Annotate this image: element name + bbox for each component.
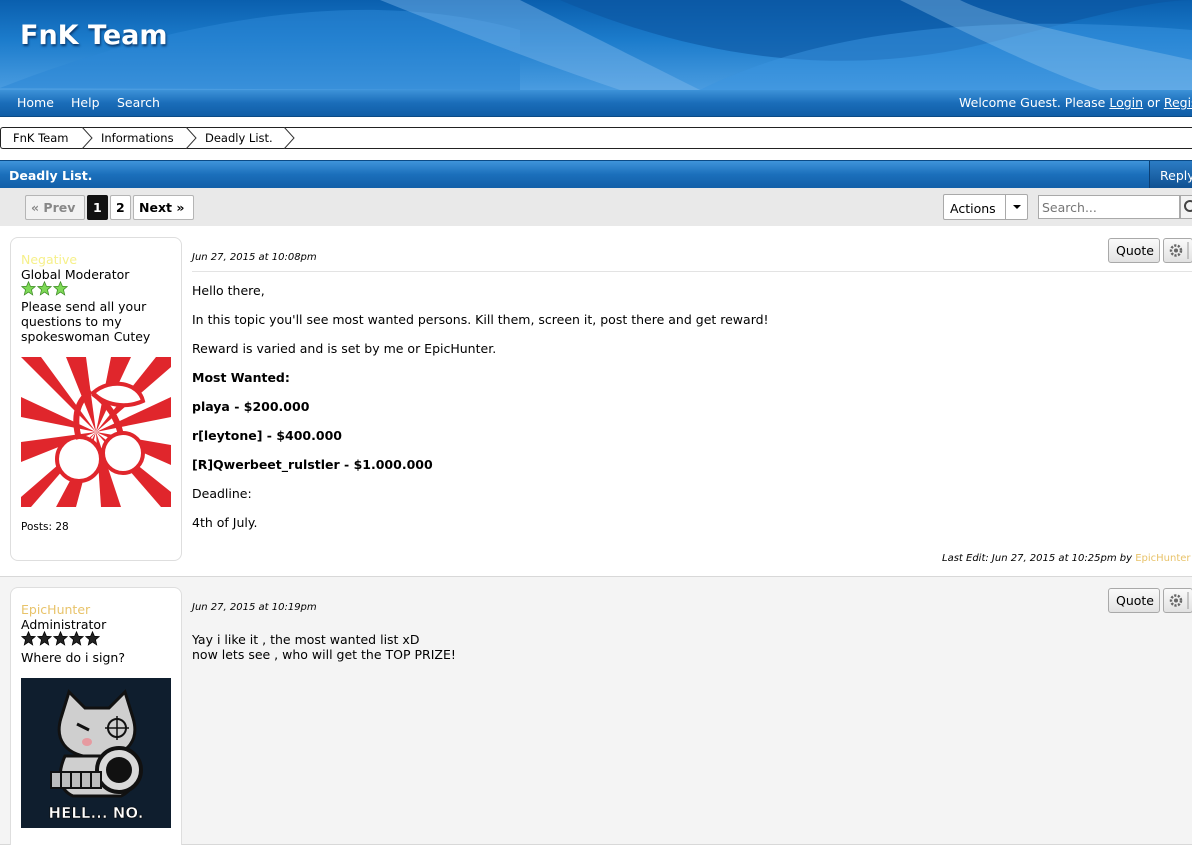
post-author-personal-text: Please send all your questions to my spo… bbox=[21, 299, 151, 344]
login-link[interactable]: Login bbox=[1109, 95, 1143, 110]
post-body: Hello there, In this topic you'll see mo… bbox=[192, 283, 769, 544]
star-icon bbox=[21, 631, 36, 646]
post-author-name[interactable]: EpicHunter bbox=[21, 602, 90, 617]
gear-icon bbox=[1169, 242, 1189, 259]
post-line: In this topic you'll see most wanted per… bbox=[192, 312, 769, 327]
avatar-caption: HELL... NO. bbox=[49, 804, 144, 822]
post-line-bold: Most Wanted: bbox=[192, 370, 290, 385]
welcome-text: Welcome Guest. Please bbox=[959, 95, 1110, 110]
post-author-name[interactable]: Negative bbox=[21, 252, 77, 267]
last-edit-user-link[interactable]: EpicHunter bbox=[1135, 553, 1190, 564]
star-icon bbox=[69, 631, 84, 646]
post-author-box: Negative Global Moderator Please send al… bbox=[10, 237, 182, 561]
site-banner: FnK Team bbox=[0, 0, 1192, 90]
post-divider bbox=[192, 271, 1192, 272]
rank-stars bbox=[21, 281, 69, 297]
post: EpicHunter Administrator Where do i sign… bbox=[0, 577, 1192, 845]
chevron-down-icon bbox=[1005, 195, 1027, 219]
post-line: 4th of July. bbox=[192, 515, 258, 530]
breadcrumb-separator-icon bbox=[283, 127, 295, 149]
star-icon bbox=[21, 281, 36, 296]
avatar-cat-with-gun: HELL... NO. bbox=[21, 678, 171, 828]
post-date[interactable]: Jun 27, 2015 at 10:08pm bbox=[192, 252, 317, 263]
banner-swoosh-graphic bbox=[0, 0, 1192, 90]
actions-label: Actions bbox=[950, 201, 996, 216]
gear-icon bbox=[1169, 592, 1189, 609]
post-line: Reward is varied and is set by me or Epi… bbox=[192, 341, 497, 356]
breadcrumb: FnK Team Informations Deadly List. bbox=[0, 127, 1192, 149]
nav-search-link[interactable]: Search bbox=[117, 95, 160, 110]
nav-help-link[interactable]: Help bbox=[71, 95, 100, 110]
post-options-button[interactable] bbox=[1163, 588, 1192, 613]
star-icon bbox=[37, 631, 52, 646]
breadcrumb-separator-icon bbox=[185, 127, 197, 149]
avatar-cherry-sunburst bbox=[21, 357, 171, 507]
welcome-message: Welcome Guest. Please Login or Register bbox=[959, 95, 1192, 110]
star-icon bbox=[37, 281, 52, 296]
thread-title: Deadly List. bbox=[9, 168, 93, 183]
thread-toolbar: « Prev 1 2 Next » Actions bbox=[0, 188, 1192, 226]
star-icon bbox=[53, 631, 68, 646]
post-line: now lets see , who will get the TOP PRIZ… bbox=[192, 647, 456, 662]
welcome-or-text: or bbox=[1143, 95, 1164, 110]
post-body: Yay i like it , the most wanted list xD … bbox=[192, 632, 456, 662]
post-author-role: Global Moderator bbox=[21, 267, 130, 282]
page-1-button[interactable]: 1 bbox=[87, 195, 108, 220]
last-edit-note: Last Edit: Jun 27, 2015 at 10:25pm by Ep… bbox=[942, 553, 1191, 564]
breadcrumb-deadly-list[interactable]: Deadly List. bbox=[205, 131, 273, 145]
breadcrumb-fnk-team[interactable]: FnK Team bbox=[13, 131, 69, 145]
star-icon bbox=[85, 631, 100, 646]
post-date[interactable]: Jun 27, 2015 at 10:19pm bbox=[192, 602, 317, 613]
post-line: Yay i like it , the most wanted list xD bbox=[192, 632, 420, 647]
post-author-personal-text: Where do i sign? bbox=[21, 650, 125, 665]
post-line: Hello there, bbox=[192, 283, 265, 298]
quote-button[interactable]: Quote bbox=[1108, 588, 1160, 613]
actions-dropdown[interactable]: Actions bbox=[943, 194, 1028, 220]
post-options-button[interactable] bbox=[1163, 238, 1192, 263]
breadcrumb-informations[interactable]: Informations bbox=[101, 131, 174, 145]
page-2-button[interactable]: 2 bbox=[110, 195, 131, 220]
post-line-bold: r[leytone] - $400.000 bbox=[192, 428, 342, 443]
nav-home-link[interactable]: Home bbox=[17, 95, 54, 110]
search-button[interactable] bbox=[1180, 195, 1192, 219]
search-icon bbox=[1184, 200, 1192, 212]
post: Negative Global Moderator Please send al… bbox=[0, 226, 1192, 577]
post-line-bold: playa - $200.000 bbox=[192, 399, 310, 414]
rank-stars bbox=[21, 631, 101, 647]
search-input[interactable] bbox=[1038, 195, 1180, 219]
breadcrumb-separator-icon bbox=[81, 127, 93, 149]
reply-button[interactable]: Reply bbox=[1149, 161, 1192, 189]
last-edit-text: Last Edit: Jun 27, 2015 at 10:25pm by bbox=[942, 553, 1136, 564]
post-count: Posts: 28 bbox=[21, 521, 69, 533]
post-line-bold: [R]Qwerbeet_rulstler - $1.000.000 bbox=[192, 457, 433, 472]
site-title[interactable]: FnK Team bbox=[20, 20, 168, 51]
star-icon bbox=[53, 281, 68, 296]
register-link[interactable]: Register bbox=[1164, 95, 1192, 110]
main-nav: Home Help Search Welcome Guest. Please L… bbox=[0, 90, 1192, 117]
quote-button[interactable]: Quote bbox=[1108, 238, 1160, 263]
post-author-role: Administrator bbox=[21, 617, 107, 632]
thread-header: Deadly List. Reply bbox=[0, 160, 1192, 189]
post-author-box: EpicHunter Administrator Where do i sign… bbox=[10, 587, 182, 845]
prev-page-button[interactable]: « Prev bbox=[25, 195, 85, 220]
next-page-button[interactable]: Next » bbox=[133, 195, 194, 220]
post-line: Deadline: bbox=[192, 486, 252, 501]
